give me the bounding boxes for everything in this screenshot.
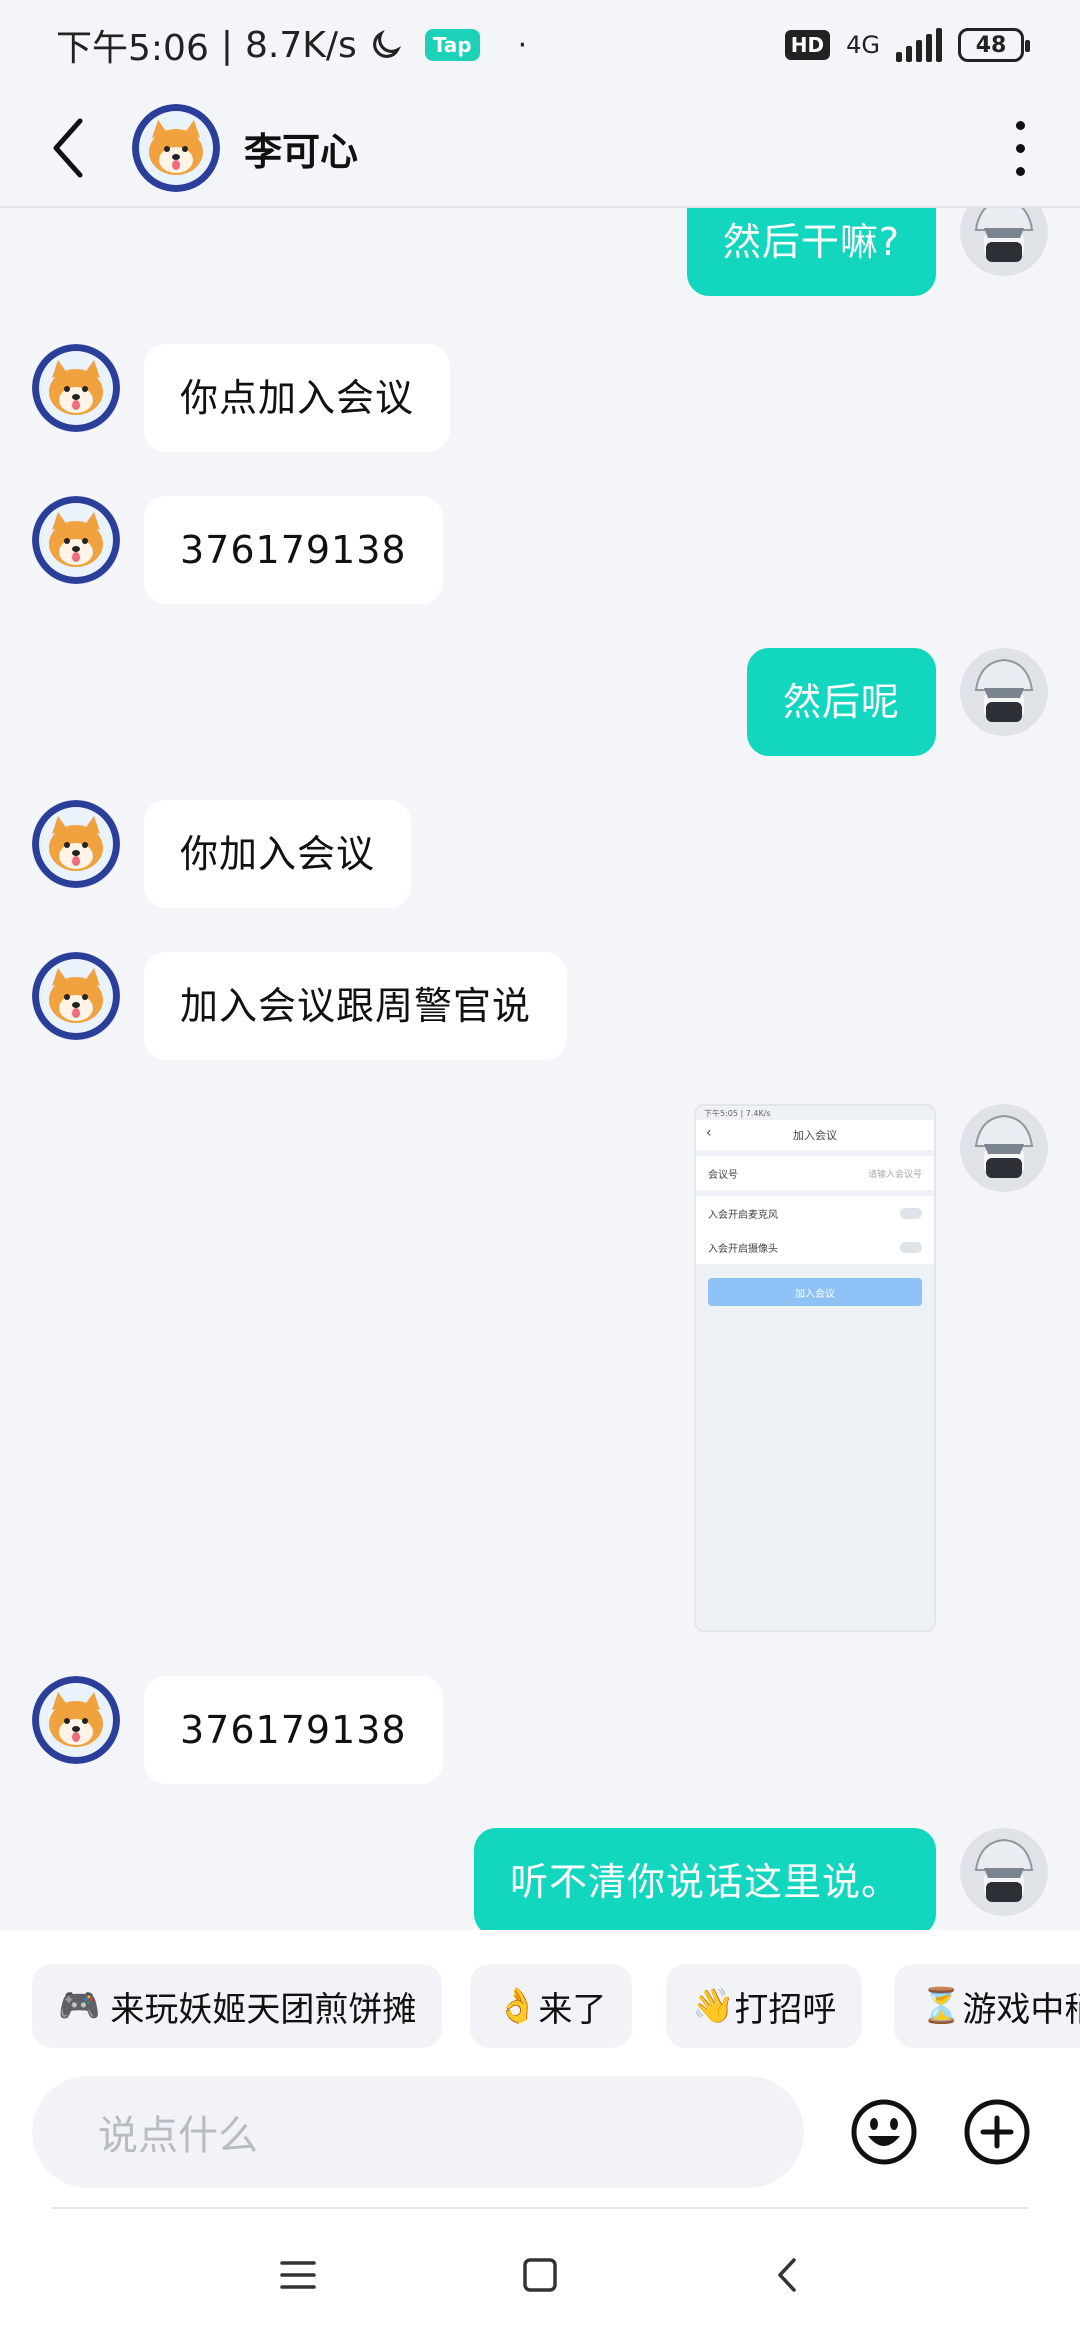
notification-dot: · — [517, 27, 528, 63]
my-avatar[interactable] — [960, 1104, 1048, 1192]
status-network-speed: 8.7K/s — [244, 24, 357, 66]
shiba-avatar-image — [132, 104, 220, 192]
quick-reply-chip[interactable]: ⏳ 游戏中稍 — [894, 1964, 1080, 2048]
message-outgoing[interactable]: 然后呢 — [746, 648, 1048, 756]
status-separator: | — [220, 24, 233, 66]
message-bubble[interactable]: 然后干嘛? — [686, 208, 936, 296]
emoji-icon[interactable] — [848, 2096, 920, 2168]
message-bubble[interactable]: 然后呢 — [746, 648, 936, 756]
back-button[interactable] — [40, 108, 96, 188]
message-outgoing-image[interactable]: 下午5:05 | 7.4K/s ‹ 加入会议 会议号 请输入会议号 入会开启麦克… — [694, 1104, 1048, 1632]
status-bar: 下午5:06 | 8.7K/s Tap · HD 4G 48 — [0, 0, 1080, 90]
plus-circle-icon[interactable] — [961, 2096, 1033, 2168]
quick-reply-label: 来了 — [538, 1989, 607, 2030]
quick-reply-chip[interactable]: 🎮 来玩妖姬天团煎饼摊 — [32, 1964, 443, 2048]
thumb-toggle-icon — [900, 1241, 922, 1253]
contact-avatar[interactable] — [32, 1676, 120, 1764]
game-controller-icon: 🎮 — [58, 1986, 101, 2026]
thumb-mic-label: 入会开启麦克风 — [708, 1209, 778, 1221]
quick-reply-label: 来玩妖姬天团煎饼摊 — [110, 1989, 417, 2030]
thumb-status: 下午5:05 | 7.4K/s — [704, 1109, 771, 1118]
message-incoming[interactable]: 376179138 — [32, 1676, 443, 1784]
shiba-avatar-image — [32, 1676, 120, 1764]
shiba-avatar-image — [32, 952, 120, 1040]
battery-icon: 48 — [958, 28, 1030, 62]
message-bubble[interactable]: 376179138 — [144, 496, 443, 604]
more-options-button[interactable] — [1000, 108, 1040, 188]
thumb-meeting-id-row: 会议号 请输入会议号 — [696, 1156, 934, 1190]
chat-message-list[interactable]: 然后干嘛? 你点加入会议 376179138 然后呢 你加入会议 加入会议跟周警… — [0, 208, 1080, 1930]
message-incoming[interactable]: 加入会议跟周警官说 — [32, 952, 568, 1060]
chevron-left-icon — [53, 118, 83, 178]
image-attachment[interactable]: 下午5:05 | 7.4K/s ‹ 加入会议 会议号 请输入会议号 入会开启麦克… — [694, 1104, 936, 1632]
message-outgoing[interactable]: 听不清你说话这里说。 — [473, 1828, 1048, 1930]
quick-reply-label: 打招呼 — [734, 1989, 837, 2030]
thumb-toggle-icon — [900, 1207, 922, 1219]
message-bubble[interactable]: 听不清你说话这里说。 — [473, 1828, 936, 1930]
message-bubble[interactable]: 你加入会议 — [144, 800, 412, 908]
thumb-join-button: 加入会议 — [708, 1278, 922, 1306]
hourglass-icon: ⏳ — [920, 1986, 963, 2026]
quick-reply-bar[interactable]: 🎮 来玩妖姬天团煎饼摊 👌 来了 👋 打招呼 ⏳ 游戏中稍 — [0, 1930, 1080, 2062]
user-avatar-image — [960, 208, 1048, 276]
network-type: 4G — [846, 31, 880, 59]
contact-name: 李可心 — [244, 129, 359, 174]
home-icon[interactable] — [508, 2243, 572, 2307]
thumb-title: 加入会议 — [793, 1129, 837, 1142]
my-avatar[interactable] — [960, 648, 1048, 736]
my-avatar[interactable] — [960, 208, 1048, 276]
signal-icon — [896, 28, 942, 62]
more-vertical-icon — [1015, 120, 1025, 130]
shiba-avatar-image — [32, 496, 120, 584]
shiba-avatar-image — [32, 800, 120, 888]
my-avatar[interactable] — [960, 1828, 1048, 1916]
thumb-meeting-id-placeholder: 请输入会议号 — [867, 1169, 922, 1180]
contact-avatar[interactable] — [32, 344, 120, 432]
message-input[interactable]: 说点什么 — [32, 2076, 804, 2188]
thumb-header: ‹ 加入会议 — [696, 1120, 934, 1150]
message-outgoing[interactable]: 然后干嘛? — [686, 208, 1048, 296]
moon-icon — [372, 29, 401, 58]
message-input-bar: 说点什么 — [0, 2062, 1080, 2212]
shiba-avatar-image — [32, 344, 120, 432]
contact-avatar[interactable] — [32, 800, 120, 888]
thumb-camera-row: 入会开启摄像头 — [696, 1230, 934, 1264]
waving-hand-icon: 👋 — [692, 1986, 735, 2026]
message-incoming[interactable]: 你点加入会议 — [32, 344, 451, 452]
system-navigation-bar — [0, 2209, 1080, 2340]
thumb-mic-row: 入会开启麦克风 — [696, 1196, 934, 1230]
message-incoming[interactable]: 你加入会议 — [32, 800, 412, 908]
thumb-back-icon: ‹ — [706, 1125, 712, 1141]
hd-icon: HD — [784, 30, 831, 60]
user-avatar-image — [960, 1828, 1048, 1916]
chat-header: 李可心 — [0, 90, 1080, 208]
battery-level: 48 — [975, 32, 1007, 58]
thumb-meeting-id-label: 会议号 — [708, 1169, 738, 1181]
user-avatar-image — [960, 1104, 1048, 1192]
user-avatar-image — [960, 648, 1048, 736]
menu-icon[interactable] — [266, 2243, 330, 2307]
back-icon[interactable] — [756, 2243, 820, 2307]
message-bubble[interactable]: 加入会议跟周警官说 — [144, 952, 568, 1060]
thumb-camera-label: 入会开启摄像头 — [708, 1243, 778, 1255]
quick-reply-label: 游戏中稍 — [962, 1989, 1080, 2030]
message-bubble[interactable]: 你点加入会议 — [144, 344, 451, 452]
contact-avatar[interactable] — [32, 496, 120, 584]
status-time: 下午5:06 — [56, 28, 209, 69]
tap-app-icon: Tap — [424, 29, 480, 61]
contact-avatar[interactable] — [32, 952, 120, 1040]
message-incoming[interactable]: 376179138 — [32, 496, 443, 604]
contact-avatar[interactable] — [132, 104, 220, 192]
quick-reply-chip[interactable]: 👋 打招呼 — [666, 1964, 863, 2048]
message-bubble[interactable]: 376179138 — [144, 1676, 443, 1784]
quick-reply-chip[interactable]: 👌 来了 — [470, 1964, 633, 2048]
ok-hand-icon: 👌 — [496, 1986, 539, 2026]
